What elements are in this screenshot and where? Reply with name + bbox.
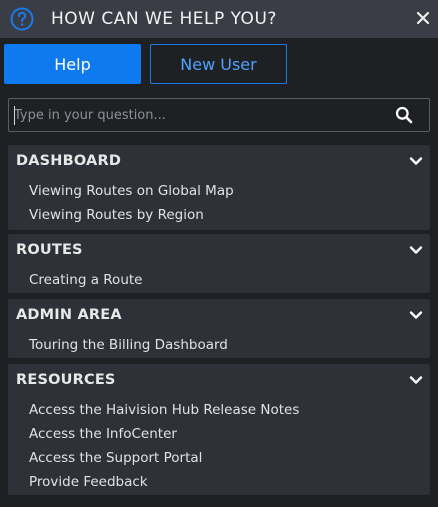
tab-new-user[interactable]: New User	[150, 44, 287, 84]
help-link[interactable]: Touring the Billing Dashboard	[8, 333, 430, 357]
chevron-down-icon[interactable]	[408, 307, 424, 323]
text-cursor	[14, 106, 15, 125]
tab-bar: Help New User	[4, 44, 287, 84]
search-icon[interactable]	[394, 105, 414, 125]
help-link[interactable]: Creating a Route	[8, 268, 430, 292]
help-link[interactable]: Viewing Routes by Region	[8, 203, 430, 227]
section-header-resources[interactable]: RESOURCES	[8, 364, 430, 396]
section-title: ADMIN AREA	[16, 307, 122, 323]
question-circle-icon[interactable]	[10, 7, 34, 31]
section-routes: ROUTES Creating a Route	[8, 234, 430, 293]
chevron-down-icon[interactable]	[408, 153, 424, 169]
chevron-down-icon[interactable]	[408, 242, 424, 258]
section-header-admin-area[interactable]: ADMIN AREA	[8, 299, 430, 331]
help-link[interactable]: Access the Haivision Hub Release Notes	[8, 398, 430, 422]
help-panel-header: HOW CAN WE HELP YOU?	[0, 0, 438, 38]
section-admin-area: ADMIN AREA Touring the Billing Dashboard	[8, 299, 430, 358]
section-title: DASHBOARD	[16, 153, 122, 169]
panel-title: HOW CAN WE HELP YOU?	[51, 9, 277, 29]
chevron-down-icon[interactable]	[408, 372, 424, 388]
help-link[interactable]: Access the Support Portal	[8, 446, 430, 470]
tab-help[interactable]: Help	[4, 44, 141, 84]
search-box	[8, 98, 430, 132]
section-header-dashboard[interactable]: DASHBOARD	[8, 145, 430, 177]
section-header-routes[interactable]: ROUTES	[8, 234, 430, 266]
section-title: ROUTES	[16, 242, 83, 258]
section-title: RESOURCES	[16, 372, 116, 388]
help-link[interactable]: Access the InfoCenter	[8, 422, 430, 446]
help-link[interactable]: Provide Feedback	[8, 470, 430, 494]
section-resources: RESOURCES Access the Haivision Hub Relea…	[8, 364, 430, 495]
search-input[interactable]	[9, 99, 394, 131]
help-link[interactable]: Viewing Routes on Global Map	[8, 179, 430, 203]
section-dashboard: DASHBOARD Viewing Routes on Global Map V…	[8, 145, 430, 230]
close-icon[interactable]	[414, 9, 432, 27]
